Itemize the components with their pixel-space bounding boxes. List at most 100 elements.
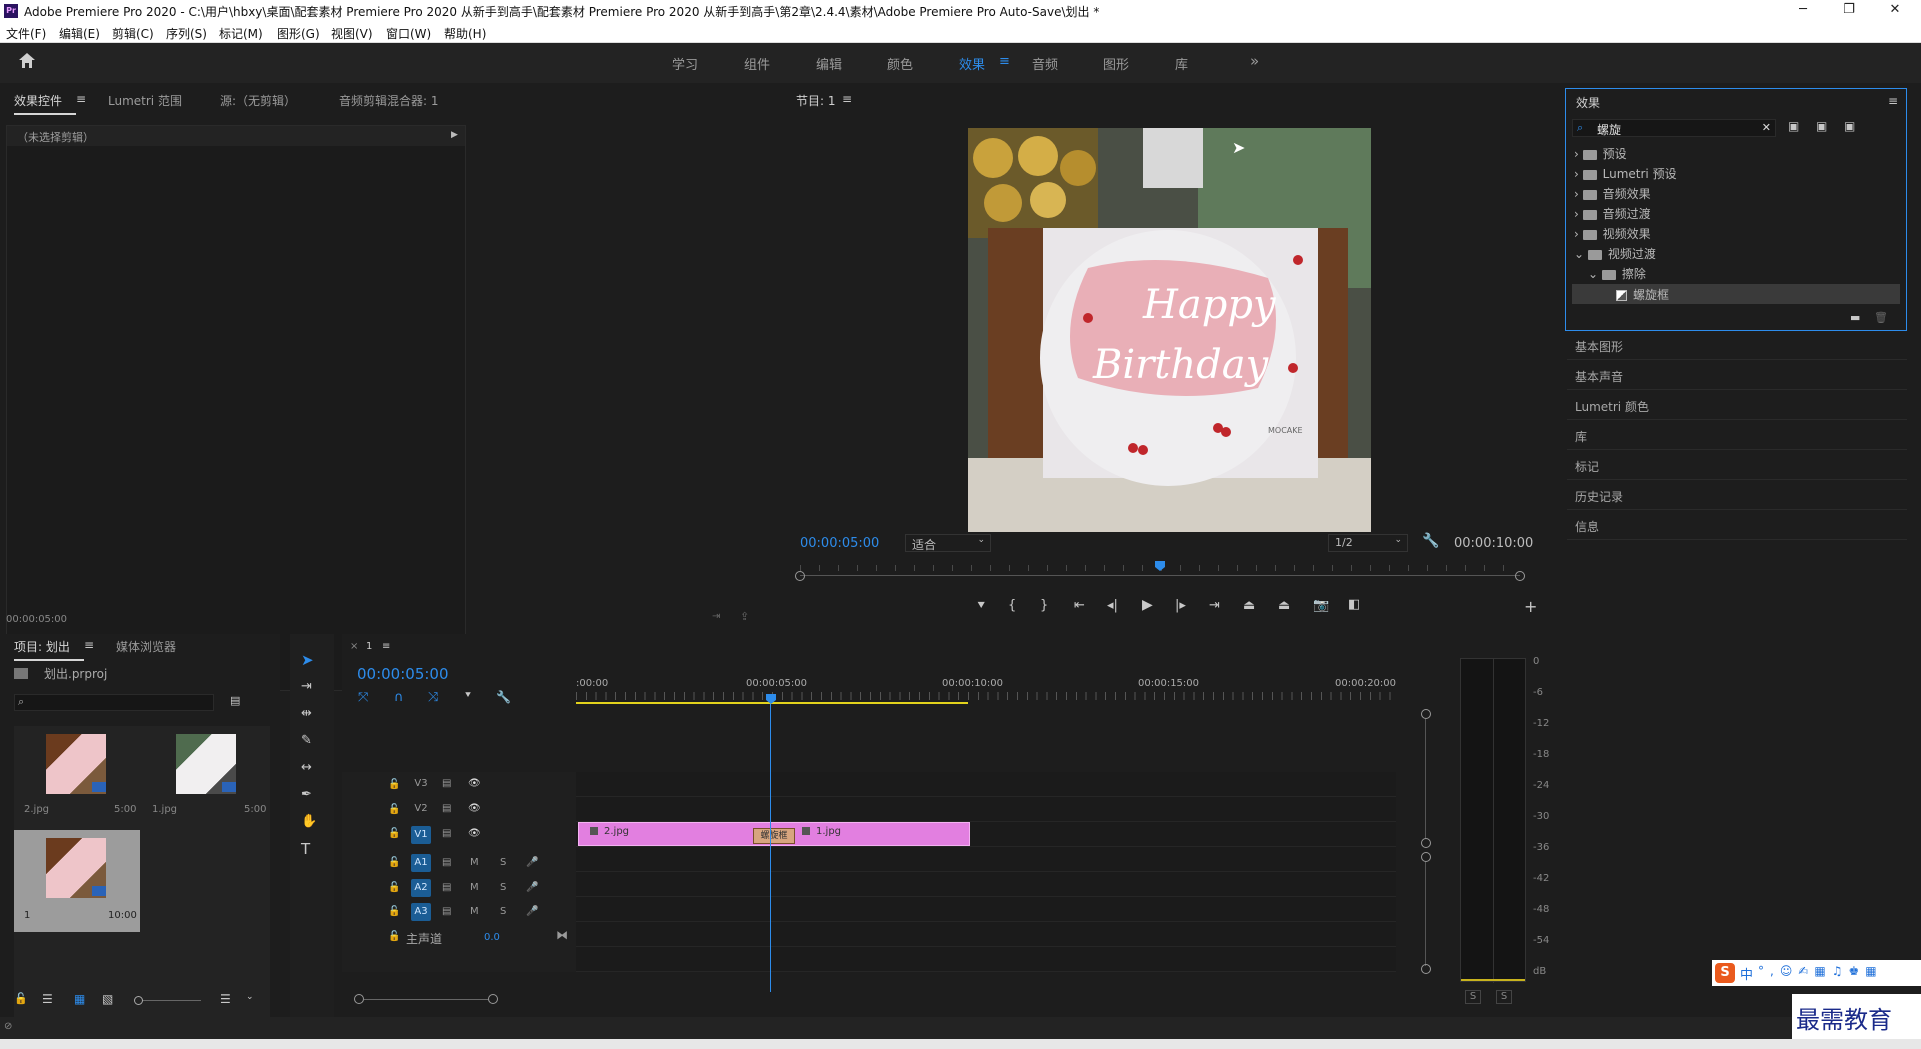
sync-lock-icon[interactable]: ▤ xyxy=(442,906,451,917)
export-frame-camera-icon[interactable]: 📷 xyxy=(1313,598,1329,613)
workspace-effects-menu-icon[interactable]: ≡ xyxy=(999,54,1010,69)
track-label-v1[interactable]: V1 xyxy=(411,826,431,844)
track-label-v2[interactable]: V2 xyxy=(411,803,431,814)
pen-tool-icon[interactable]: ✒ xyxy=(301,787,312,802)
menu-sequence[interactable]: 序列(S) xyxy=(166,25,207,42)
tab-lumetri-scopes[interactable]: Lumetri 范围 xyxy=(108,92,182,109)
effects-tree-video-transitions[interactable]: ⌄ 视频过渡 xyxy=(1574,245,1656,262)
restore-button[interactable]: ❐ xyxy=(1826,0,1872,22)
trash-icon[interactable]: 🗑 xyxy=(1874,311,1888,324)
effects-tree-audio-transitions[interactable]: › 音频过渡 xyxy=(1574,205,1651,222)
sync-lock-icon[interactable]: ▤ xyxy=(442,857,451,868)
section-lumetri-color[interactable]: Lumetri 颜色 xyxy=(1567,391,1907,420)
transition-spiral-box[interactable]: 螺旋框 xyxy=(753,828,795,844)
eye-icon[interactable]: 👁 xyxy=(468,778,481,789)
ripple-edit-tool-icon[interactable]: ⇹ xyxy=(301,706,312,721)
effects-tree-lumetri[interactable]: › Lumetri 预设 xyxy=(1574,165,1677,182)
list-view-icon[interactable]: ☰ xyxy=(42,992,53,1006)
section-markers[interactable]: 标记 xyxy=(1567,451,1907,480)
tab-effect-controls[interactable]: 效果控件 xyxy=(14,92,77,115)
project-item-2jpg[interactable]: 2.jpg 5:00 xyxy=(14,726,140,828)
section-essential-sound[interactable]: 基本声音 xyxy=(1567,361,1907,390)
lift-icon[interactable]: ⏏ xyxy=(1243,598,1255,613)
menu-graphics[interactable]: 图形(G) xyxy=(277,25,320,42)
effects-tree-wipe[interactable]: ⌄ 擦除 xyxy=(1588,265,1646,282)
resolution-dropdown[interactable]: 1/2 ⌄ xyxy=(1328,534,1408,552)
zoom-slider[interactable] xyxy=(134,996,202,1005)
effects-menu-icon[interactable]: ≡ xyxy=(1888,94,1898,108)
linked-selection-icon[interactable]: ⤨ xyxy=(428,690,438,705)
ime-tool-icons[interactable]: °,☺✍▦♫♚▦ xyxy=(1758,964,1883,978)
wrench-icon[interactable]: 🔧 xyxy=(1422,533,1439,549)
workspace-assembly[interactable]: 组件 xyxy=(744,54,770,73)
microphone-icon[interactable]: 🎤 xyxy=(526,882,538,893)
go-to-out-icon[interactable]: ⇥ xyxy=(1209,598,1220,613)
solo-toggle[interactable]: S xyxy=(500,906,506,917)
eye-icon[interactable]: 👁 xyxy=(468,803,481,814)
fit-dropdown[interactable]: 适合 ⌄ xyxy=(905,534,991,552)
program-scrubber[interactable] xyxy=(795,561,1525,583)
project-item-1jpg[interactable]: 1.jpg 5:00 xyxy=(142,726,268,828)
step-forward-icon[interactable]: |▸ xyxy=(1175,598,1186,613)
effects-tree-audio-effects[interactable]: › 音频效果 xyxy=(1574,185,1651,202)
minimize-button[interactable]: ─ xyxy=(1780,0,1826,22)
new-search-bin-icon[interactable]: ▤ xyxy=(230,694,240,707)
track-label-a2[interactable]: A2 xyxy=(411,879,431,897)
close-tab-icon[interactable]: × xyxy=(350,641,358,652)
scrubber-end-handle[interactable] xyxy=(1515,571,1525,581)
menu-markers[interactable]: 标记(M) xyxy=(219,25,263,42)
solo-left-button[interactable]: S xyxy=(1465,990,1481,1004)
step-back-icon[interactable]: ◂| xyxy=(1107,598,1118,613)
type-tool-icon[interactable]: T xyxy=(301,840,310,858)
export-frame-icon[interactable]: ⇥ xyxy=(712,611,720,622)
effects-tree-video-effects[interactable]: › 视频效果 xyxy=(1574,225,1651,242)
track-label-a3[interactable]: A3 xyxy=(411,903,431,921)
add-button-icon[interactable]: + xyxy=(1524,597,1537,616)
accelerated-effects-icon[interactable]: ▣ xyxy=(1788,119,1799,133)
project-menu-icon[interactable]: ≡ xyxy=(84,638,94,652)
share-icon[interactable]: ⇪ xyxy=(740,610,749,623)
section-info[interactable]: 信息 xyxy=(1567,511,1907,540)
tab-source[interactable]: 源:（无剪辑） xyxy=(220,92,296,109)
clip-2jpg[interactable]: 2.jpg xyxy=(580,824,770,844)
microphone-icon[interactable]: 🎤 xyxy=(526,857,538,868)
go-to-in-icon[interactable]: ⇤ xyxy=(1074,598,1085,613)
scrubber-start-handle[interactable] xyxy=(795,571,805,581)
master-volume-value[interactable]: 0.0 xyxy=(484,932,500,943)
lock-icon[interactable]: 🔓 xyxy=(388,804,400,815)
zoom-bar[interactable] xyxy=(364,999,488,1000)
razor-tool-icon[interactable]: ✎ xyxy=(301,733,312,748)
menu-view[interactable]: 视图(V) xyxy=(331,25,373,42)
slip-tool-icon[interactable]: ↔ xyxy=(301,760,312,775)
track-select-tool-icon[interactable]: ⇥ xyxy=(301,679,312,694)
lock-icon[interactable]: 🔓 xyxy=(388,857,400,868)
sync-lock-icon[interactable]: ▤ xyxy=(442,778,451,789)
close-window-button[interactable]: ✕ xyxy=(1872,0,1918,22)
effects-search-input[interactable]: 螺旋 xyxy=(1597,121,1621,138)
project-search-input[interactable]: ⌕ xyxy=(14,694,214,711)
solo-toggle[interactable]: S xyxy=(500,857,506,868)
workspace-editing[interactable]: 编辑 xyxy=(816,54,842,73)
sogou-logo-icon[interactable]: S xyxy=(1715,963,1735,983)
effects-tree-preset[interactable]: › 预设 xyxy=(1574,145,1627,162)
go-to-end-icon[interactable]: ⧓ xyxy=(556,928,568,942)
workspace-graphics[interactable]: 图形 xyxy=(1103,54,1129,73)
tab-project[interactable]: 项目: 划出 xyxy=(14,638,84,661)
timeline-settings-icon[interactable]: 🔧 xyxy=(496,690,511,704)
lock-icon[interactable]: 🔓 xyxy=(14,992,28,1005)
extract-icon[interactable]: ⏏ xyxy=(1278,598,1290,613)
section-history[interactable]: 历史记录 xyxy=(1567,481,1907,510)
workspace-learn[interactable]: 学习 xyxy=(672,54,698,73)
lock-icon[interactable]: 🔓 xyxy=(388,779,400,790)
expand-arrow-icon[interactable]: ▶ xyxy=(451,130,458,140)
mute-toggle[interactable]: M xyxy=(470,857,479,868)
scroll-handle[interactable] xyxy=(1421,964,1431,974)
eye-icon[interactable]: 👁 xyxy=(468,828,481,839)
mute-toggle[interactable]: M xyxy=(470,906,479,917)
add-marker-icon[interactable]: ⯆ xyxy=(464,690,472,701)
tab-media-browser[interactable]: 媒体浏览器 xyxy=(116,638,176,655)
scroll-handle[interactable] xyxy=(1421,838,1431,848)
workspace-more-icon[interactable]: » xyxy=(1250,52,1259,70)
zoom-slider-handle[interactable] xyxy=(134,996,143,1005)
sequence-menu-icon[interactable]: ≡ xyxy=(382,641,390,652)
